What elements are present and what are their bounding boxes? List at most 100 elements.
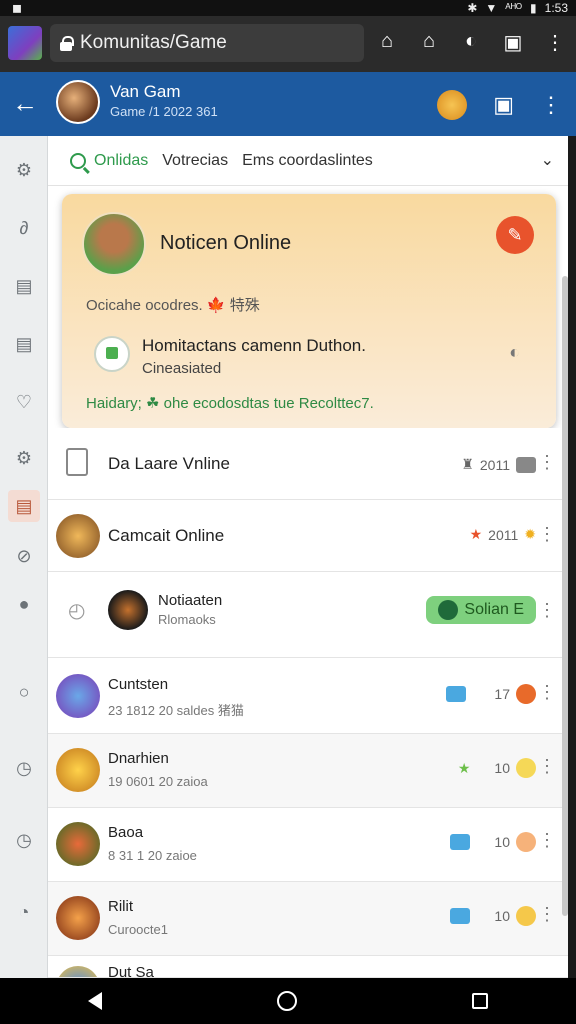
- row-menu-icon[interactable]: ⋮: [538, 904, 556, 925]
- list-item[interactable]: Dnarhien 19 0601 20 zaioa ★ 10 ⋮: [48, 734, 568, 808]
- badge-icon: ✹: [524, 526, 536, 542]
- camera-icon[interactable]: ▣: [493, 92, 514, 118]
- star-icon: ★: [469, 526, 483, 542]
- avatar: [108, 590, 148, 630]
- wifi-icon: ▼: [485, 1, 498, 15]
- back-arrow-icon[interactable]: ←: [12, 88, 38, 119]
- app-logo[interactable]: [8, 26, 42, 60]
- row-meta: ★ 10: [458, 758, 536, 778]
- url-bar[interactable]: Komunitas/Game: [50, 24, 364, 62]
- compass-icon[interactable]: ⊘: [8, 540, 40, 572]
- profile-subtitle: Game /1 2022 361: [110, 104, 218, 119]
- ball-icon: [516, 684, 536, 704]
- browser-toolbar: Komunitas/Game ⌂ ⌂ ◐ ▣ ⋮: [0, 16, 576, 72]
- heart-icon[interactable]: ♡: [8, 386, 40, 418]
- row-name: Dnarhien: [108, 750, 169, 767]
- clock-icon: ◴: [68, 600, 86, 622]
- row-meta: 10: [450, 832, 536, 852]
- profile-avatar[interactable]: [56, 80, 100, 124]
- row-menu-icon[interactable]: ⋮: [538, 756, 556, 777]
- list-item[interactable]: Cuntsten 23 1812 20 saldes 猪猫 17 ⋮: [48, 658, 568, 734]
- settings-gear-icon[interactable]: ⚙: [8, 154, 40, 186]
- notification-footer: Haidary; ☘ ohe ecodosdtas tue Recolttec7…: [86, 395, 374, 412]
- row-name: Notiaaten: [158, 592, 223, 609]
- document-icon[interactable]: ▤: [8, 270, 40, 302]
- network-label: ᴬᴴᴼ: [505, 1, 523, 15]
- tab-coordinates[interactable]: Ems coordaslintes: [242, 152, 373, 170]
- list-icon[interactable]: ▤: [8, 490, 40, 522]
- box-icon: [516, 456, 536, 473]
- emoji-icon: [516, 758, 536, 778]
- tab-label: Onlidas: [94, 151, 149, 169]
- pet-icon[interactable]: [437, 90, 468, 120]
- status-bar: ◼ ✱ ▼ ᴬᴴᴼ ▮ 1:53: [0, 0, 576, 16]
- list-item[interactable]: Rilit Curoocte1 10 ⋮: [48, 882, 568, 956]
- home-icon[interactable]: ⌂: [376, 30, 398, 55]
- row-meta: 17: [446, 684, 536, 704]
- row-subtitle: 19 0601 20 zaioa: [108, 774, 208, 789]
- row-meta: ★ 2011 ✹: [470, 526, 536, 543]
- row-name: Rilit: [108, 898, 133, 915]
- app-header: ← Van Gam Game /1 2022 361 ▣ ⋮: [0, 72, 576, 136]
- bluetooth-icon: ✱: [467, 1, 478, 15]
- gift-icon: [450, 908, 471, 924]
- toggle-icon[interactable]: ◐: [509, 342, 520, 363]
- nav-recent-icon[interactable]: [472, 993, 489, 1009]
- trophy-icon: ♜: [461, 456, 474, 472]
- notes-icon[interactable]: ▤: [8, 328, 40, 360]
- notification-title: Noticen Online: [160, 232, 292, 254]
- alert-badge-icon[interactable]: ✎: [496, 216, 534, 254]
- row-menu-icon[interactable]: ⋮: [538, 830, 556, 851]
- tab-online[interactable]: Onlidas: [70, 152, 148, 170]
- search-icon: [70, 152, 86, 169]
- list-item[interactable]: ◴ Notiaaten Rlomaoks Solian E ⋮: [48, 572, 568, 658]
- list-item[interactable]: Camcait Online ★ 2011 ✹ ⋮: [48, 500, 568, 572]
- avatar: [56, 966, 100, 977]
- nav-back-icon[interactable]: [87, 992, 102, 1010]
- status-pill[interactable]: Solian E: [426, 596, 536, 624]
- row-subtitle: Rlomaoks: [158, 612, 216, 627]
- list-item[interactable]: Baoa 8 31 1 20 zaioe 10 ⋮: [48, 808, 568, 882]
- row-menu-icon[interactable]: ⋮: [538, 524, 556, 545]
- notification-card[interactable]: Noticen Online ✎ Ocicahe ocodres. 🍁 特殊 H…: [62, 194, 556, 428]
- scrollbar[interactable]: [562, 276, 568, 916]
- row-meta: 10: [450, 906, 536, 926]
- header-menu-icon[interactable]: ⋮: [540, 92, 562, 118]
- link-icon[interactable]: ∂: [8, 212, 40, 244]
- avatar: [56, 674, 100, 718]
- notification-inner-item[interactable]: Homitactans camenn Duthon. Cineasiated ◐: [86, 330, 532, 392]
- game-icon: [94, 336, 130, 372]
- nav-home-icon[interactable]: [276, 991, 297, 1011]
- timer-icon[interactable]: ◷: [8, 752, 40, 784]
- avatar: [56, 896, 100, 940]
- row-menu-icon[interactable]: ⋮: [538, 682, 556, 703]
- row-meta-value: 17: [494, 686, 510, 702]
- inner-subtitle: Cineasiated: [142, 360, 222, 377]
- pill-label: Solian E: [464, 601, 524, 618]
- chevron-down-icon[interactable]: ⌄: [541, 150, 554, 170]
- info-icon[interactable]: ◔: [8, 896, 40, 928]
- emoji-icon: [516, 832, 536, 852]
- system-nav-bar: [0, 978, 576, 1024]
- circle-icon[interactable]: ○: [8, 676, 40, 708]
- battery-icon: ▮: [530, 1, 537, 15]
- clock-icon[interactable]: ◷: [8, 824, 40, 856]
- tab-votrecias[interactable]: Votrecias: [162, 152, 228, 170]
- row-menu-icon[interactable]: ⋮: [538, 600, 556, 621]
- menu-kebab-icon[interactable]: ⋮: [544, 30, 566, 55]
- tabs-icon[interactable]: ▣: [502, 30, 524, 55]
- list-item[interactable]: Da Laare Vnline ♜ 2011 ⋮: [48, 428, 568, 500]
- row-menu-icon[interactable]: ⋮: [538, 452, 556, 473]
- list-item[interactable]: Dut Sa: [48, 956, 568, 978]
- user-avatar-icon[interactable]: ●: [8, 588, 40, 620]
- notification-bell-icon[interactable]: ⌂: [418, 30, 440, 55]
- lock-icon: [60, 36, 74, 51]
- plugin-gear-icon[interactable]: ⚙: [8, 442, 40, 474]
- chat-icon: [446, 686, 467, 702]
- avatar: [56, 514, 100, 558]
- main-panel: Onlidas Votrecias Ems coordaslintes ⌄ No…: [48, 136, 568, 978]
- inner-title: Homitactans camenn Duthon.: [142, 336, 366, 355]
- row-subtitle: 8 31 1 20 zaioe: [108, 848, 197, 863]
- reload-icon[interactable]: ◐: [460, 30, 482, 55]
- row-meta-value: 2011: [479, 456, 510, 473]
